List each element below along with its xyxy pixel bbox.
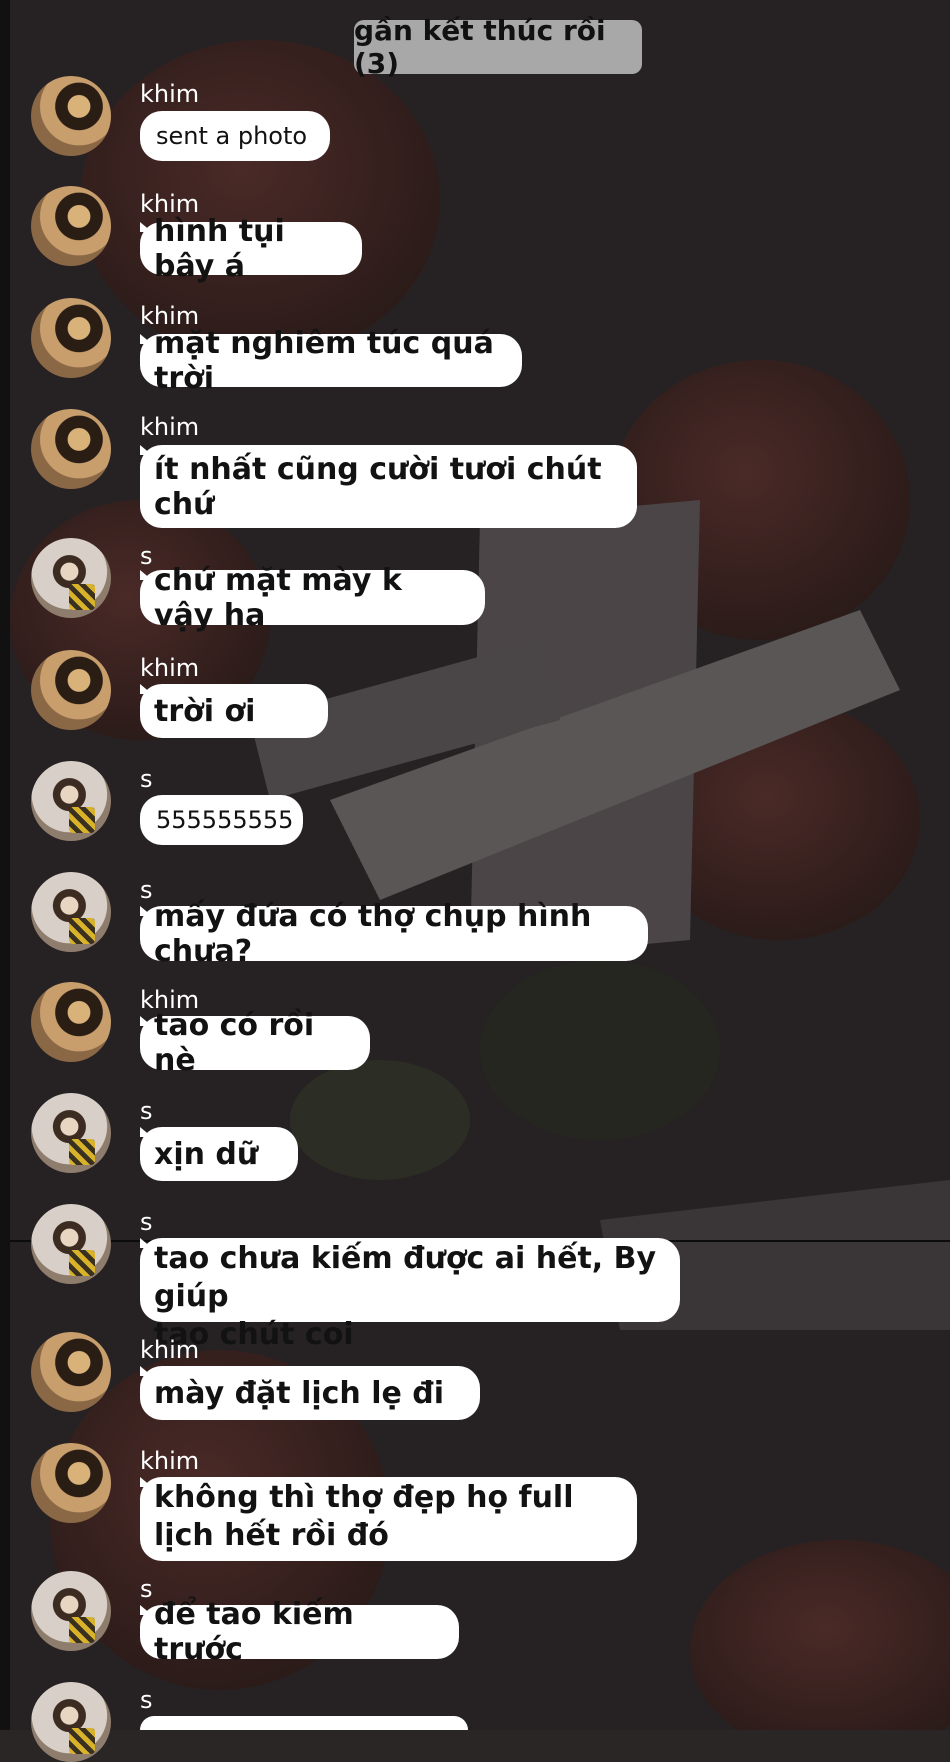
message-line: không thì thợ đẹp họ full xyxy=(154,1480,574,1515)
message-bubble[interactable]: trời ơi xyxy=(140,684,328,738)
sender-name: s xyxy=(140,876,153,904)
avatar-detail xyxy=(69,1617,95,1643)
avatar[interactable] xyxy=(31,1093,111,1173)
avatar[interactable] xyxy=(31,538,111,618)
message-bubble[interactable]: mày đặt lịch lẹ đi xyxy=(140,1366,480,1420)
avatar[interactable] xyxy=(31,761,111,841)
sender-name: khim xyxy=(140,80,200,108)
message-bubble[interactable] xyxy=(140,1716,468,1730)
message-bubble[interactable]: mấy đứa có thợ chụp hình chưa? xyxy=(140,899,648,969)
avatar-detail xyxy=(69,1728,95,1754)
left-edge-strip xyxy=(0,0,10,1730)
message-bubble[interactable]: tao chưa kiếm được ai hết, By giúp tao c… xyxy=(140,1238,680,1352)
avatar[interactable] xyxy=(31,982,111,1062)
avatar[interactable] xyxy=(31,650,111,730)
message-bubble[interactable]: chứ mặt mày k vậy ha xyxy=(140,563,485,633)
avatar-detail xyxy=(69,1139,95,1165)
sender-name: khim xyxy=(140,1447,200,1475)
avatar[interactable] xyxy=(31,298,111,378)
avatar-detail xyxy=(69,918,95,944)
avatar[interactable] xyxy=(31,409,111,489)
chat-title-bar[interactable]: gần kết thúc rồi (3) xyxy=(354,14,642,80)
sender-name: s xyxy=(140,1097,153,1125)
sender-name: khim xyxy=(140,654,200,682)
message-line: lịch hết rồi đó xyxy=(154,1518,389,1553)
message-bubble[interactable]: 555555555 xyxy=(140,795,303,845)
message-bubble[interactable]: ít nhất cũng cười tươi chút chứ xyxy=(140,445,637,528)
sender-name: s xyxy=(140,542,153,570)
sender-name: s xyxy=(140,1575,153,1603)
avatar[interactable] xyxy=(31,872,111,952)
message-bubble[interactable]: sent a photo xyxy=(140,111,330,161)
sender-name: khim xyxy=(140,413,200,441)
message-bubble[interactable]: xịn dữ xyxy=(140,1127,298,1181)
avatar-detail xyxy=(69,584,95,610)
avatar-detail xyxy=(69,807,95,833)
sender-name: s xyxy=(140,1208,153,1236)
sender-name: khim xyxy=(140,1336,200,1364)
sender-name: s xyxy=(140,765,153,793)
avatar[interactable] xyxy=(31,1571,111,1651)
avatar[interactable] xyxy=(31,1204,111,1284)
sender-name: s xyxy=(140,1686,153,1714)
message-bubble[interactable]: tao có rồi nè xyxy=(140,1008,370,1078)
avatar[interactable] xyxy=(31,186,111,266)
message-line: tao chưa kiếm được ai hết, By giúp xyxy=(154,1241,657,1314)
avatar[interactable] xyxy=(31,1332,111,1412)
message-bubble[interactable]: mặt nghiêm túc quá trời xyxy=(140,326,522,396)
message-bubble[interactable]: hình tụi bây á xyxy=(140,214,362,284)
message-bubble[interactable]: không thì thợ đẹp họ full lịch hết rồi đ… xyxy=(140,1477,637,1561)
avatar-detail xyxy=(69,1250,95,1276)
avatar[interactable] xyxy=(31,1682,111,1762)
avatar[interactable] xyxy=(31,1443,111,1523)
message-bubble[interactable]: để tao kiếm trước xyxy=(140,1597,459,1667)
avatar[interactable] xyxy=(31,76,111,156)
